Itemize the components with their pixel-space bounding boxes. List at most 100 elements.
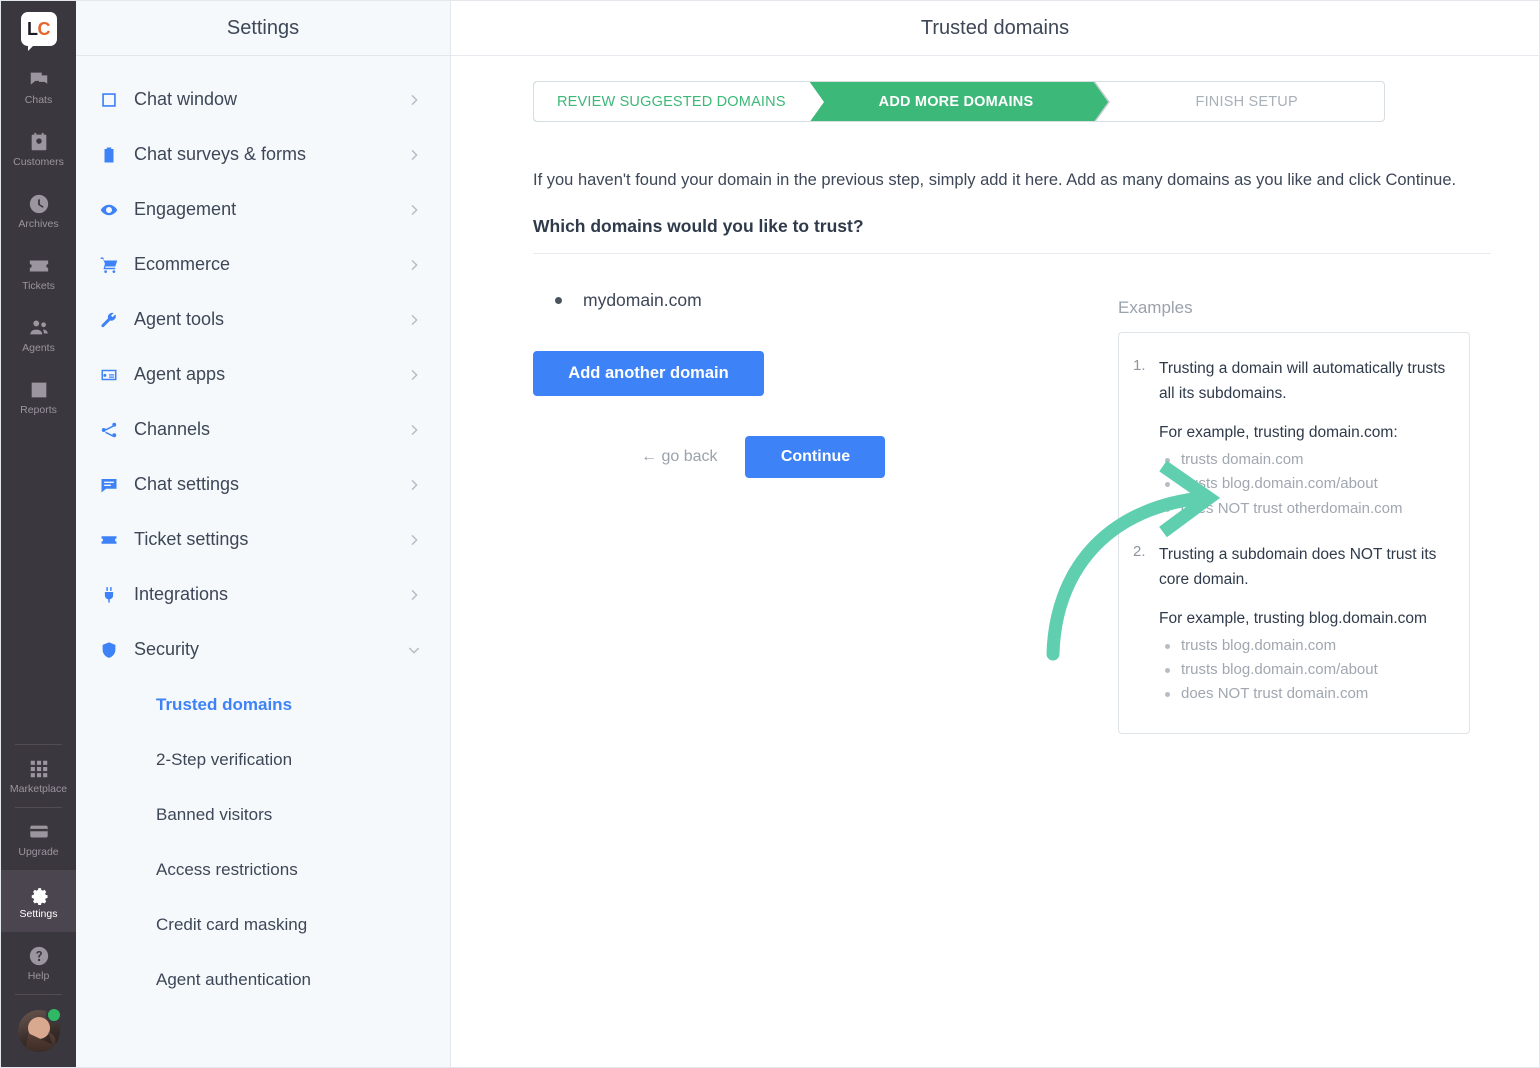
step-finish-setup[interactable]: FINISH SETUP (1093, 82, 1384, 121)
rail-label-customers: Customers (13, 155, 64, 168)
sidebar-label-channels: Channels (134, 419, 211, 439)
step-label-3: FINISH SETUP (1195, 93, 1298, 110)
sidebar-item-chat-settings[interactable]: Chat settings (76, 457, 450, 512)
sidebar-subitem-agent-authentication[interactable]: Agent authentication (76, 952, 450, 1007)
rail-item-help[interactable]: Help (1, 932, 76, 994)
rail-item-upgrade[interactable]: Upgrade (1, 808, 76, 870)
chevron-right-icon (406, 477, 422, 493)
chevron-right-icon (406, 257, 422, 273)
chevron-right-icon (406, 312, 422, 328)
main-header: Trusted domains (451, 1, 1539, 56)
list-item: trusts domain.com (1159, 448, 1449, 472)
channels-icon (100, 421, 126, 439)
sidebar-item-security[interactable]: Security (76, 622, 450, 677)
chevron-right-icon (406, 587, 422, 603)
avatar[interactable] (1, 995, 76, 1067)
sidebar-label-agent-tools: Agent tools (134, 309, 225, 329)
trusted-domain-list: mydomain.com (533, 288, 1118, 313)
add-another-domain-button[interactable]: Add another domain (533, 350, 764, 396)
rail-label-upgrade: Upgrade (18, 845, 59, 858)
wrench-icon (100, 311, 126, 329)
examples-title: Examples (1118, 298, 1193, 318)
sidebar-item-agent-tools[interactable]: Agent tools (76, 292, 450, 347)
cart-icon (100, 256, 126, 274)
chevron-right-icon (406, 147, 422, 163)
intro-text: If you haven't found your domain in the … (533, 171, 1457, 189)
sidebar-item-integrations[interactable]: Integrations (76, 567, 450, 622)
chevron-down-icon (406, 642, 422, 658)
question-heading: Which domains would you like to trust? (533, 216, 864, 237)
rail-item-reports[interactable]: Reports (1, 366, 76, 428)
sidebar-subitem-access-restrictions[interactable]: Access restrictions (76, 842, 450, 897)
sidebar-label-chat-window: Chat window (134, 89, 238, 109)
shield-icon (100, 641, 126, 659)
rail-item-customers[interactable]: Customers (1, 118, 76, 180)
sidebar-label-agent-apps: Agent apps (134, 364, 226, 384)
sidebar-nav: Chat window Chat surveys & forms Engagem… (76, 56, 450, 1007)
rail-label-agents: Agents (22, 341, 55, 354)
logo-letter-c: C (37, 18, 51, 39)
chevron-right-icon (406, 532, 422, 548)
rail-label-archives: Archives (18, 217, 59, 230)
plug-icon (100, 586, 126, 604)
list-item: trusts blog.domain.com/about (1159, 658, 1449, 682)
rail-item-archives[interactable]: Archives (1, 180, 76, 242)
app-logo[interactable]: LC (1, 1, 76, 56)
app-window: LC Chats Customers Archives Tickets Agen… (0, 0, 1540, 1068)
status-badge (46, 1007, 62, 1023)
rail-label-reports: Reports (20, 403, 57, 416)
upgrade-icon (28, 821, 50, 843)
rail-item-tickets[interactable]: Tickets (1, 242, 76, 304)
livechat-logo-icon: LC (20, 11, 57, 51)
sidebar-item-agent-apps[interactable]: Agent apps (76, 347, 450, 402)
sidebar-item-engagement[interactable]: Engagement (76, 182, 450, 237)
step-add-more-domains[interactable]: ADD MORE DOMAINS (808, 82, 1094, 121)
continue-button[interactable]: Continue (745, 435, 886, 478)
sidebar-subitem-banned-visitors[interactable]: Banned visitors (76, 787, 450, 842)
rail-item-chats[interactable]: Chats (1, 56, 76, 118)
global-nav-rail: LC Chats Customers Archives Tickets Agen… (1, 1, 76, 1067)
example-bullets: trusts domain.com trusts blog.domain.com… (1159, 448, 1449, 521)
sidebar-item-chat-surveys-forms[interactable]: Chat surveys & forms (76, 127, 450, 182)
chevron-right-icon (406, 422, 422, 438)
gear-icon (28, 883, 50, 905)
rail-item-marketplace[interactable]: Marketplace (1, 745, 76, 807)
examples-column: Examples Trusting a domain will automati… (1118, 254, 1484, 734)
sidebar-label-security: Security (134, 639, 200, 659)
example-sub: For example, trusting blog.domain.com (1159, 609, 1427, 627)
example-head: Trusting a domain will automatically tru… (1159, 360, 1446, 403)
page-title: Trusted domains (920, 16, 1070, 39)
help-icon (28, 945, 50, 967)
example-bullets: trusts blog.domain.com trusts blog.domai… (1159, 634, 1449, 707)
rail-label-help: Help (27, 969, 50, 982)
chevron-right-icon (406, 202, 422, 218)
sidebar-header: Settings (76, 1, 450, 56)
step-review-suggested-domains[interactable]: REVIEW SUGGESTED DOMAINS (534, 82, 809, 121)
rail-item-agents[interactable]: Agents (1, 304, 76, 366)
apps-icon (100, 366, 126, 384)
sidebar-sublabel-trusted-domains: Trusted domains (156, 694, 293, 714)
clipboard-icon (100, 146, 126, 164)
main-body: REVIEW SUGGESTED DOMAINS ADD MORE DOMAIN… (451, 56, 1539, 1067)
sidebar-subitem-credit-card-masking[interactable]: Credit card masking (76, 897, 450, 952)
sidebar-item-ecommerce[interactable]: Ecommerce (76, 237, 450, 292)
step-label-2: ADD MORE DOMAINS (878, 93, 1034, 110)
marketplace-icon (28, 758, 50, 780)
sidebar-subitem-2-step-verification[interactable]: 2-Step verification (76, 732, 450, 787)
sidebar-label-engagement: Engagement (134, 199, 237, 219)
sidebar-item-ticket-settings[interactable]: Ticket settings (76, 512, 450, 567)
tickets-icon (28, 255, 50, 277)
sidebar-label-integrations: Integrations (134, 584, 229, 604)
go-back-link[interactable]: ← go back (641, 448, 717, 466)
sidebar-sublabel-2-step-verification: 2-Step verification (156, 749, 293, 769)
rail-item-settings[interactable]: Settings (1, 870, 76, 932)
sidebar-item-channels[interactable]: Channels (76, 402, 450, 457)
settings-sidebar: Settings Chat window Chat surveys & form… (76, 1, 451, 1067)
rail-label-settings: Settings (19, 907, 58, 920)
sidebar-item-chat-window[interactable]: Chat window (76, 72, 450, 127)
sidebar-subitem-trusted-domains[interactable]: Trusted domains (76, 677, 450, 732)
list-item: does NOT trust otherdomain.com (1159, 497, 1449, 521)
eye-icon (100, 201, 126, 219)
chats-icon (28, 69, 50, 91)
window-icon (100, 91, 126, 109)
